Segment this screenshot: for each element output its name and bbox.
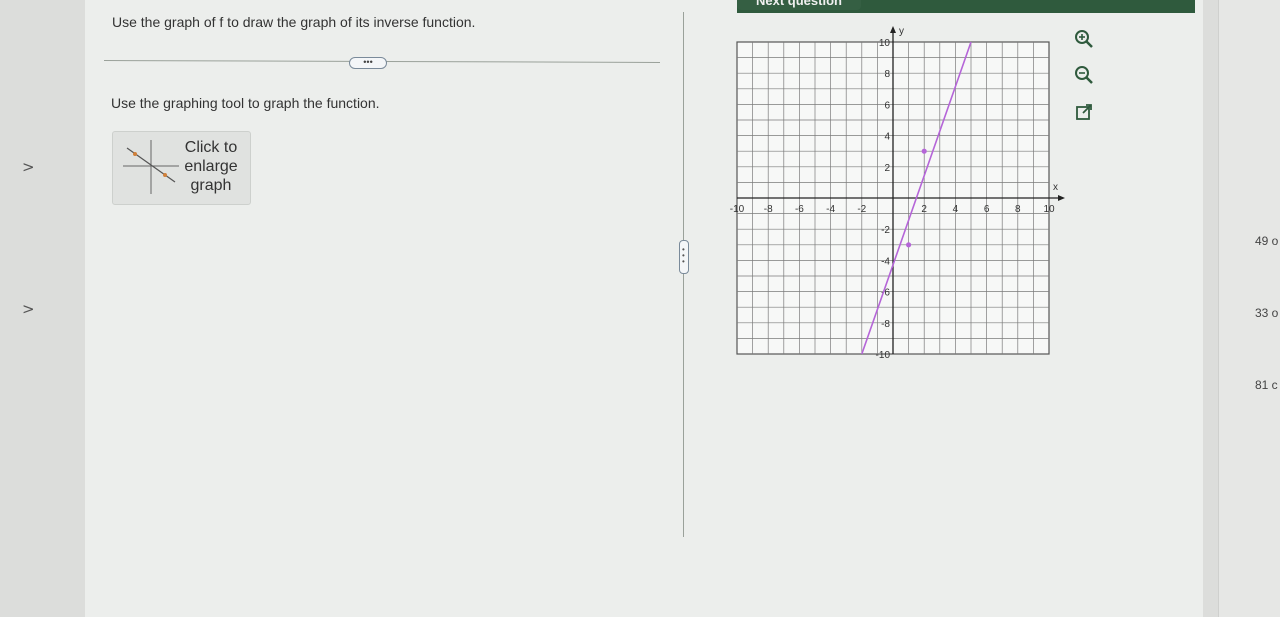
graph-instruction: Use the graphing tool to graph the funct…: [111, 95, 380, 111]
y-tick-label: -10: [876, 350, 891, 361]
y-tick-label: -8: [881, 319, 890, 330]
y-axis-label: y: [899, 26, 904, 37]
function-point: [921, 148, 927, 154]
function-point: [906, 242, 912, 248]
more-button[interactable]: •••: [349, 57, 387, 69]
y-tick-label: 6: [884, 100, 890, 111]
coordinate-graph[interactable]: -10 -8 -6 -4 -2 2 4 6 8 10108642-2-4-6-8-10 x y: [722, 20, 1067, 365]
zoom-in-icon[interactable]: [1072, 27, 1096, 51]
graph-thumbnail-icon: [123, 140, 179, 194]
x-tick-label: 8: [1015, 204, 1021, 215]
x-tick-label: -2: [857, 204, 866, 215]
x-tick-label: -6: [795, 204, 804, 215]
x-axis-arrow: [1058, 195, 1065, 201]
y-tick-label: 2: [884, 163, 890, 174]
y-axis-arrow: [890, 26, 896, 33]
zoom-out-icon[interactable]: [1072, 63, 1096, 87]
y-tick-label: 10: [879, 38, 891, 49]
expand-chevron-2[interactable]: >: [22, 300, 35, 318]
external-link-icon[interactable]: [1072, 100, 1096, 124]
x-axis-label: x: [1053, 182, 1058, 193]
y-tick-label: -2: [881, 225, 890, 236]
enlarge-graph-button[interactable]: Click to enlarge graph: [112, 131, 251, 205]
pane-divider: [683, 12, 684, 537]
expand-chevron-1[interactable]: >: [22, 158, 35, 176]
x-tick-label: -10: [730, 204, 745, 215]
y-tick-label: 8: [884, 69, 890, 80]
x-tick-label: 4: [953, 204, 959, 215]
score-item: 49 o: [1255, 234, 1279, 248]
x-tick-label: 10: [1043, 204, 1055, 215]
left-rail: > >: [0, 0, 85, 617]
score-item: 81 c: [1255, 378, 1278, 392]
x-tick-label: 2: [921, 204, 927, 215]
next-question-button[interactable]: Next question: [737, 0, 861, 10]
y-tick-label: 4: [884, 132, 890, 143]
question-prompt: Use the graph of f to draw the graph of …: [112, 14, 476, 30]
score-item: 33 o: [1255, 306, 1279, 320]
x-tick-label: 6: [984, 204, 990, 215]
x-tick-label: -4: [826, 204, 835, 215]
x-tick-label: -8: [764, 204, 773, 215]
y-tick-label: -4: [881, 256, 890, 267]
pane-resize-handle[interactable]: • • •: [679, 240, 689, 274]
enlarge-graph-label: Click to enlarge graph: [184, 139, 238, 194]
